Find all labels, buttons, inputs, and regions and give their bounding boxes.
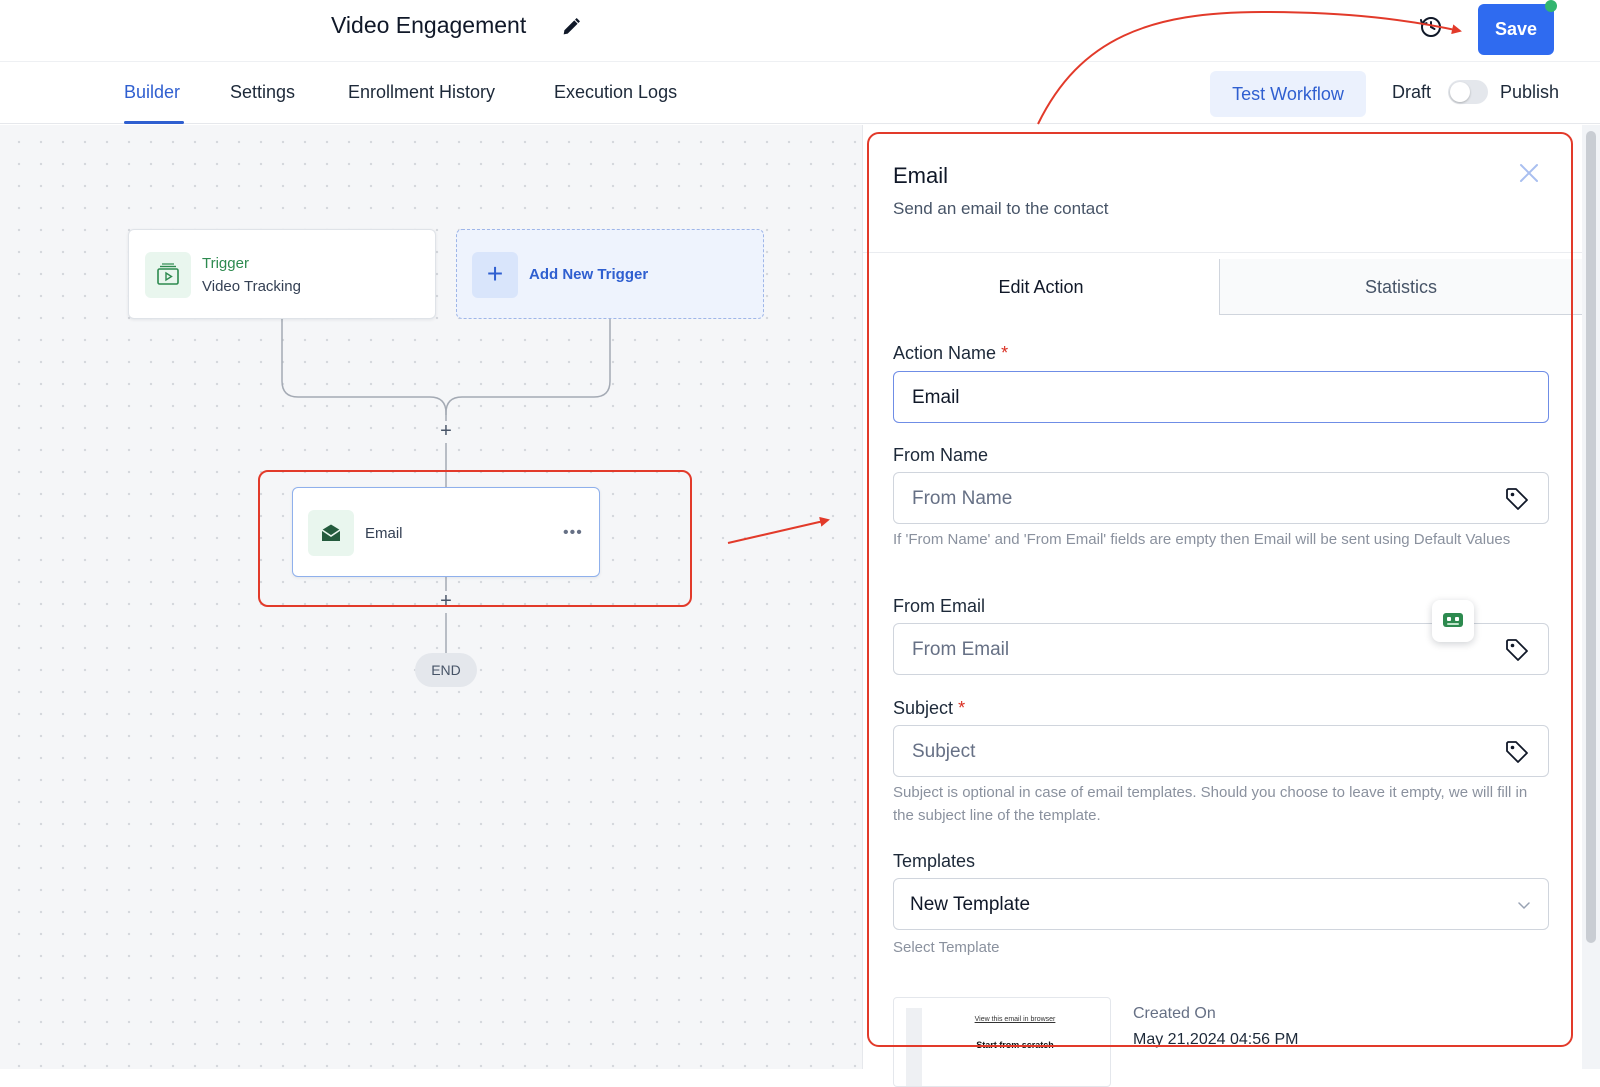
pencil-icon[interactable]	[560, 16, 582, 38]
annotation-highlight-panel	[867, 132, 1573, 1047]
trigger-name: Video Tracking	[202, 278, 301, 295]
workflow-canvas[interactable]: Trigger Video Tracking + Add New Trigger…	[0, 125, 862, 1069]
add-step-plus-icon[interactable]: +	[436, 421, 456, 441]
add-new-trigger-button[interactable]: + Add New Trigger	[456, 229, 764, 319]
chat-bot-icon[interactable]	[1432, 600, 1474, 642]
add-trigger-label: Add New Trigger	[529, 266, 649, 283]
end-node: END	[415, 653, 477, 687]
toggle-knob	[1450, 82, 1470, 102]
tab-settings[interactable]: Settings	[230, 82, 295, 103]
video-icon	[145, 252, 191, 298]
tab-execution-logs[interactable]: Execution Logs	[554, 82, 677, 103]
save-button[interactable]: Save	[1478, 4, 1554, 55]
history-icon[interactable]	[1418, 14, 1444, 40]
trigger-kicker: Trigger	[202, 255, 249, 272]
test-workflow-button[interactable]: Test Workflow	[1210, 71, 1366, 117]
publish-label: Publish	[1500, 82, 1560, 102]
draft-label: Draft	[1392, 82, 1432, 102]
annotation-highlight-email-node	[258, 470, 692, 607]
trigger-node[interactable]: Trigger Video Tracking	[128, 229, 436, 319]
workflow-title[interactable]: Video Engagement	[331, 12, 526, 39]
publish-toggle[interactable]	[1448, 80, 1488, 104]
scrollbar-thumb[interactable]	[1586, 131, 1596, 943]
plus-icon: +	[472, 252, 518, 298]
top-bar: Video Engagement Save	[0, 0, 1600, 62]
tab-enrollment-history[interactable]: Enrollment History	[348, 82, 495, 103]
panel-scrollbar[interactable]	[1582, 125, 1600, 1069]
tab-builder[interactable]: Builder	[124, 82, 180, 103]
active-tab-indicator	[124, 121, 184, 124]
tab-bar: Builder Settings Enrollment History Exec…	[0, 63, 1600, 124]
status-dot	[1545, 0, 1557, 12]
